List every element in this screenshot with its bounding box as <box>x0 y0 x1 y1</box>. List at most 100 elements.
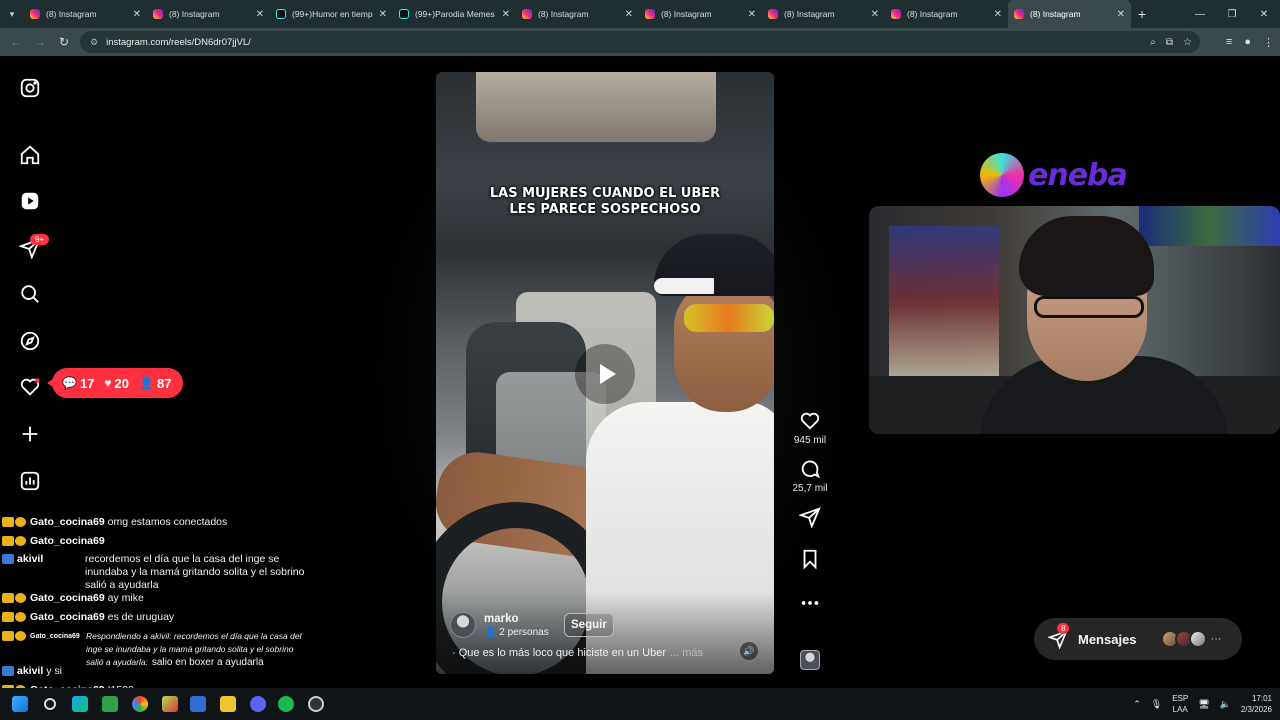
like-action[interactable]: 945 mil <box>794 410 826 446</box>
address-bar[interactable]: ⚙ instagram.com/reels/DN6dr07jjVL/ ⌕ ⧉ ☆ <box>80 31 1200 53</box>
chat-username[interactable]: akivil <box>17 553 85 592</box>
reel-author[interactable]: marko 👤 2 personas <box>450 612 549 638</box>
dashboard-icon[interactable] <box>18 469 42 493</box>
tab-close-icon[interactable]: ✕ <box>1117 9 1125 20</box>
crown-badge-icon <box>2 593 14 603</box>
app-icon[interactable] <box>162 696 178 712</box>
chat-username[interactable]: Gato_cocina69 <box>30 535 105 547</box>
install-app-icon[interactable]: ⧉ <box>1166 37 1173 48</box>
like-heart-icon[interactable] <box>799 410 821 432</box>
search-icon[interactable] <box>18 282 42 306</box>
author-avatar[interactable] <box>450 612 476 638</box>
browser-tab[interactable]: (8) Instagram ✕ <box>24 0 147 28</box>
instagram-logo-icon[interactable] <box>18 76 42 100</box>
tab-close-icon[interactable]: ✕ <box>502 9 510 20</box>
browser-tab[interactable]: (99+)Humor en tiemp ✕ <box>270 0 393 28</box>
profile-icon[interactable]: ● <box>1244 36 1251 48</box>
window-controls: — ❐ ✕ <box>1184 0 1280 28</box>
reels-icon[interactable] <box>18 189 42 213</box>
chat-username[interactable]: Gato_cocina69 <box>30 516 105 528</box>
more-options-action[interactable] <box>799 592 821 614</box>
notifications-heart-icon[interactable] <box>18 375 42 399</box>
browser-menu-icon[interactable]: ⋮ <box>1263 36 1274 49</box>
direct-badge: 9+ <box>30 234 50 245</box>
language-indicator[interactable]: ESP LAA <box>1172 693 1188 715</box>
notifications-pill[interactable]: 💬 17 ♥ 20 👤 87 <box>46 368 184 398</box>
discord-icon[interactable] <box>250 696 266 712</box>
tab-close-icon[interactable]: ✕ <box>748 9 756 20</box>
chat-username[interactable]: akivil <box>17 665 43 677</box>
tab-close-icon[interactable]: ✕ <box>133 9 141 20</box>
spotify-icon[interactable] <box>278 696 294 712</box>
volume-icon[interactable]: 🔊 <box>740 642 758 660</box>
maximize-icon[interactable]: ❐ <box>1216 0 1248 28</box>
save-action[interactable] <box>799 548 821 570</box>
chat-username[interactable]: Gato_cocina69 <box>30 630 86 669</box>
bookmark-star-icon[interactable]: ☆ <box>1183 37 1192 48</box>
back-icon[interactable]: ← <box>4 35 28 49</box>
chat-username[interactable]: Gato_cocina69 <box>30 592 105 604</box>
taskbar-search-icon[interactable] <box>44 698 56 710</box>
home-icon[interactable] <box>18 143 42 167</box>
browser-tab[interactable]: (8) Instagram ✕ <box>1008 0 1131 28</box>
reel-description-text: · Que es lo más loco que hiciste en un U… <box>452 647 667 659</box>
app-icon[interactable] <box>308 696 324 712</box>
zoom-icon[interactable]: ⌕ <box>1150 37 1156 48</box>
volume-tray-icon[interactable]: 🔈 <box>1220 699 1231 710</box>
tab-close-icon[interactable]: ✕ <box>379 9 387 20</box>
chrome-icon[interactable] <box>132 696 148 712</box>
omnibox-actions: ⌕ ⧉ ☆ <box>1150 31 1192 53</box>
edge-icon[interactable] <box>72 696 88 712</box>
xbox-icon[interactable] <box>102 696 118 712</box>
browser-tab[interactable]: (8) Instagram ✕ <box>516 0 639 28</box>
new-tab-button[interactable]: + <box>1131 6 1153 22</box>
author-username[interactable]: marko <box>484 613 549 625</box>
share-action[interactable] <box>799 506 821 528</box>
extensions-icon[interactable]: ≡ <box>1226 36 1232 48</box>
tab-close-icon[interactable]: ✕ <box>994 9 1002 20</box>
more-dots-icon[interactable] <box>799 592 821 614</box>
browser-tab[interactable]: (8) Instagram ✕ <box>762 0 885 28</box>
collab-persons-text: 2 personas <box>499 626 549 638</box>
microphone-icon[interactable]: 🎙 <box>1151 699 1162 710</box>
close-window-icon[interactable]: ✕ <box>1248 0 1280 28</box>
browser-tab[interactable]: (8) Instagram ✕ <box>147 0 270 28</box>
share-icon[interactable] <box>799 506 821 528</box>
bookmark-icon[interactable] <box>799 548 821 570</box>
messages-more-icon[interactable]: ··· <box>1211 633 1222 645</box>
follow-button[interactable]: Seguir <box>564 613 614 637</box>
tab-search-button[interactable]: ▾ <box>0 0 24 28</box>
explore-icon[interactable] <box>18 329 42 353</box>
messages-button[interactable]: 8 Mensajes ··· <box>1034 618 1242 660</box>
tab-close-icon[interactable]: ✕ <box>871 9 879 20</box>
forward-icon[interactable]: → <box>28 35 52 49</box>
reel-video[interactable]: LAS MUJERES CUANDO EL UBER LES PARECE SO… <box>436 72 774 674</box>
partner-badge-icon <box>2 666 14 676</box>
minimize-icon[interactable]: — <box>1184 0 1216 28</box>
comment-bubble-icon[interactable] <box>799 458 821 480</box>
tray-chevron-icon[interactable]: ⌃ <box>1133 699 1141 710</box>
audio-thumbnail[interactable] <box>800 650 820 670</box>
network-icon[interactable]: 🖥 <box>1198 699 1209 710</box>
start-icon[interactable] <box>12 696 28 712</box>
browser-tab[interactable]: (8) Instagram ✕ <box>639 0 762 28</box>
tab-close-icon[interactable]: ✕ <box>256 9 264 20</box>
app-icon[interactable] <box>190 696 206 712</box>
play-icon[interactable] <box>575 344 635 404</box>
tab-close-icon[interactable]: ✕ <box>625 9 633 20</box>
clock[interactable]: 17:01 2/3/2026 <box>1241 693 1272 715</box>
browser-tab[interactable]: (99+)Parodia Memes ✕ <box>393 0 516 28</box>
create-icon[interactable] <box>18 422 42 446</box>
instagram-favicon-icon <box>891 9 901 19</box>
webcam-shelf <box>1139 206 1280 246</box>
site-info-icon[interactable]: ⚙ <box>90 37 98 48</box>
reload-icon[interactable]: ↻ <box>52 35 76 49</box>
tab-title: (8) Instagram <box>784 9 835 19</box>
comment-action[interactable]: 25,7 mil <box>792 458 828 494</box>
file-explorer-icon[interactable] <box>220 696 236 712</box>
instagram-favicon-icon <box>1014 9 1024 19</box>
collab-persons[interactable]: 👤 2 personas <box>484 627 549 638</box>
more-link[interactable]: ... más <box>670 647 703 659</box>
browser-tab[interactable]: (8) Instagram ✕ <box>885 0 1008 28</box>
chat-username[interactable]: Gato_cocina69 <box>30 611 105 623</box>
